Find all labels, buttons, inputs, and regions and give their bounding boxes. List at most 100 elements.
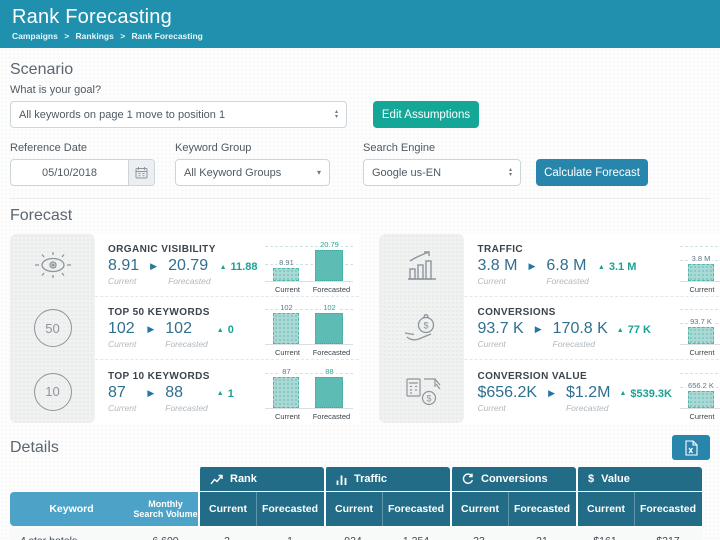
keyword-group-select[interactable]: All Keyword Groups ▾: [175, 159, 330, 186]
table-row-conversions-current: 23: [450, 528, 508, 540]
play-arrow-icon: ▶: [528, 261, 535, 272]
details-heading: Details: [10, 439, 59, 457]
page-title: Rank Forecasting: [12, 6, 720, 29]
calculator-value-icon: $: [379, 360, 464, 423]
top-50-keywords-card: 50 TOP 50 KEYWORDS 102 Current ▶ 102 For…: [10, 297, 359, 360]
forecasted-bar-value: 88: [307, 367, 351, 376]
search-engine-select[interactable]: Google us-EN ▴▾: [363, 159, 521, 186]
mini-bar-chart: 3.8 M 6.8 M Current Forecasted: [680, 236, 720, 294]
play-arrow-icon: ▶: [147, 324, 154, 335]
circle-50-icon: 50: [10, 297, 95, 360]
keyword-column-header: Keyword: [10, 492, 133, 526]
current-value: 93.7 K: [477, 320, 523, 338]
chart-baseline: [265, 344, 353, 345]
select-spinner-icon: ▴▾: [329, 110, 338, 120]
up-arrow-icon: ▲: [220, 264, 227, 271]
current-bar-value: 102: [264, 303, 308, 312]
search-engine-value: Google us-EN: [372, 167, 441, 179]
forecasted-label: Forecasted: [566, 403, 610, 413]
forecasted-bar-gridline: [680, 309, 720, 310]
up-arrow-icon: ▲: [617, 327, 624, 334]
edit-assumptions-button[interactable]: Edit Assumptions: [373, 101, 479, 128]
rank-forecasting-page: Rank Forecasting Campaigns > Rankings > …: [0, 0, 720, 540]
mini-bar-chart: 87 88 Current Forecasted: [265, 363, 353, 421]
forecasted-bar: [315, 250, 343, 281]
keyword-group-value: All Keyword Groups: [184, 167, 281, 179]
calculate-forecast-button[interactable]: Calculate Forecast: [536, 159, 648, 186]
chart-forecasted-label: Forecasted: [309, 285, 353, 294]
chart-baseline: [680, 281, 720, 282]
current-label: Current: [477, 403, 537, 413]
current-value: 102: [108, 320, 136, 338]
chart-baseline: [265, 408, 353, 409]
card-title: TRAFFIC: [477, 244, 672, 255]
select-spinner-icon: ▴▾: [503, 168, 512, 178]
card-title: CONVERSION VALUE: [477, 371, 672, 382]
card-title: TOP 10 KEYWORDS: [108, 371, 257, 382]
forecasted-label: Forecasted: [165, 339, 208, 349]
mini-bar-chart: 102 102 Current Forecasted: [265, 299, 353, 357]
card-title: TOP 50 KEYWORDS: [108, 307, 257, 318]
forecasted-label: Forecasted: [553, 339, 608, 349]
conversions-current-header: Current: [450, 492, 508, 526]
conversions-forecasted-header: Forecasted: [508, 492, 576, 526]
eye-icon: [10, 234, 95, 297]
reference-date-label: Reference Date: [10, 142, 175, 154]
value-current-header: Current: [576, 492, 634, 526]
forecasted-label: Forecasted: [165, 403, 208, 413]
svg-text:$: $: [423, 321, 428, 331]
table-row-traffic-forecasted: 1,254: [382, 528, 450, 540]
delta-value: ▲ 1: [217, 388, 234, 400]
chart-current-label: Current: [680, 412, 720, 421]
play-arrow-icon: ▶: [548, 388, 555, 399]
chart-current-label: Current: [680, 285, 720, 294]
table-row-conversions-forecasted: 31: [508, 528, 576, 540]
forecasted-bar-gridline: [680, 246, 720, 247]
bar-chart-icon: [336, 474, 347, 485]
mini-bar-chart: 93.7 K 170.8 K Current Forecasted: [680, 299, 720, 357]
rank-current-header: Current: [198, 492, 256, 526]
chart-current-label: Current: [265, 285, 309, 294]
calendar-icon[interactable]: [128, 160, 154, 185]
current-bar-value: 93.7 K: [679, 317, 720, 326]
table-row-keyword: 4 star hotels: [10, 528, 133, 540]
traffic-growth-icon: [379, 234, 464, 297]
goal-select[interactable]: All keywords on page 1 move to position …: [10, 101, 347, 128]
mini-bar-chart: 8.91 20.79 Current Forecasted: [265, 236, 353, 294]
up-arrow-icon: ▲: [598, 264, 605, 271]
chart-baseline: [265, 281, 353, 282]
chart-current-label: Current: [265, 348, 309, 357]
chart-current-label: Current: [680, 348, 720, 357]
reference-date-input[interactable]: 05/10/2018: [10, 159, 155, 186]
current-bar: [688, 391, 714, 408]
search-engine-label: Search Engine: [363, 142, 536, 154]
svg-text:$: $: [426, 393, 431, 403]
table-row-volume: 6,600: [133, 528, 198, 540]
volume-column-header: Monthly Search Volume: [133, 492, 198, 526]
forecasted-label: Forecasted: [546, 276, 589, 286]
up-arrow-icon: ▲: [619, 390, 626, 397]
breadcrumb-campaigns[interactable]: Campaigns: [12, 31, 58, 41]
forecasted-bar: [315, 377, 343, 408]
current-bar-value: 87: [264, 367, 308, 376]
organic-visibility-card: ORGANIC VISIBILITY 8.91 Current ▶ 20.79 …: [10, 234, 359, 297]
breadcrumb-rankings[interactable]: Rankings: [76, 31, 114, 41]
value-group-header: $ Value: [576, 467, 702, 491]
line-chart-icon: [210, 474, 223, 485]
current-bar: [273, 377, 299, 408]
refresh-icon: [462, 473, 474, 485]
chart-forecasted-label: Forecasted: [309, 412, 353, 421]
current-label: Current: [477, 339, 523, 349]
forecasted-bar: [315, 313, 343, 344]
export-excel-button[interactable]: [672, 435, 710, 460]
chart-forecasted-label: Forecasted: [309, 348, 353, 357]
circle-10-icon: 10: [10, 360, 95, 423]
scenario-heading: Scenario: [10, 61, 710, 79]
delta-value: ▲ 3.1 M: [598, 261, 636, 273]
app-header: Rank Forecasting Campaigns > Rankings > …: [0, 0, 720, 48]
current-bar: [273, 268, 299, 281]
current-value: 8.91: [108, 257, 139, 275]
delta-value: ▲ $539.3K: [619, 388, 672, 400]
forecasted-label: Forecasted: [168, 276, 211, 286]
details-table: Rank Traffic Conversions $: [10, 467, 710, 540]
